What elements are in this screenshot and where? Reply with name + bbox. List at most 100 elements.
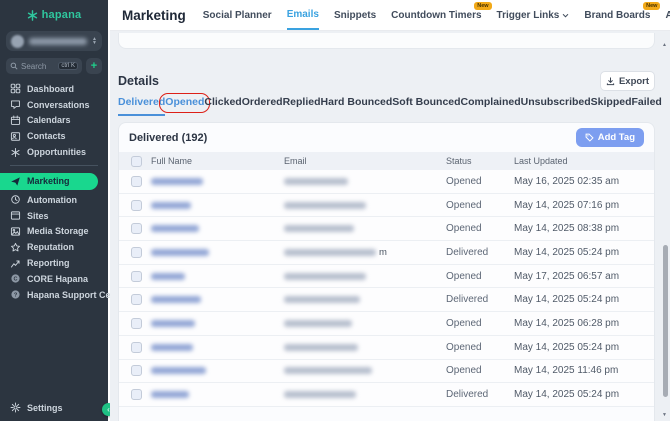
sidebar-item-label: Calendars — [27, 115, 71, 125]
table-row[interactable]: OpenedMay 14, 2025 06:28 pm — [119, 312, 654, 336]
sidebar: hapana ▲▼ Search ctrl K + DashboardConve… — [0, 0, 108, 421]
table-row[interactable]: OpenedMay 16, 2025 02:35 am — [119, 170, 654, 194]
sidebar-bottom: Settings ‹ — [0, 402, 108, 421]
row-checkbox[interactable] — [131, 294, 142, 305]
redacted-full-name — [151, 296, 201, 303]
scrollbar-thumb[interactable] — [663, 245, 668, 397]
details-tab-label: Complained — [461, 96, 521, 108]
sidebar-item-marketing[interactable]: Marketing — [0, 173, 98, 190]
tab-countdown-timers[interactable]: Countdown TimersNew — [391, 0, 481, 30]
sidebar-item-label: Marketing — [27, 176, 70, 186]
tab-social-planner[interactable]: Social Planner — [203, 0, 272, 30]
sidebar-item-opportunities[interactable]: Opportunities — [0, 144, 108, 160]
table-row[interactable]: OpenedMay 14, 2025 11:46 pm — [119, 360, 654, 384]
export-button[interactable]: Export — [600, 71, 655, 91]
redacted-full-name — [151, 344, 193, 351]
last-updated-value: May 14, 2025 05:24 pm — [514, 247, 654, 258]
redacted-full-name — [151, 202, 191, 209]
row-checkbox[interactable] — [131, 223, 142, 234]
status-value: Delivered — [446, 389, 514, 400]
last-updated-value: May 16, 2025 02:35 am — [514, 176, 654, 187]
column-status: Status — [446, 156, 514, 166]
tab-label: Trigger Links — [497, 10, 560, 21]
redacted-email — [284, 178, 348, 185]
search-shortcut-badge: ctrl K — [58, 62, 78, 70]
previous-section-card-bottom — [118, 33, 655, 49]
sidebar-item-contacts[interactable]: Contacts — [0, 128, 108, 144]
row-checkbox[interactable] — [131, 176, 142, 187]
sidebar-item-sites[interactable]: Sites — [0, 208, 108, 224]
sidebar-item-dashboard[interactable]: Dashboard — [0, 81, 108, 97]
table-row[interactable]: DeliveredMay 14, 2025 05:24 pm — [119, 288, 654, 312]
table-row[interactable]: mDeliveredMay 14, 2025 05:24 pm — [119, 241, 654, 265]
redacted-email — [284, 225, 354, 232]
new-badge: New — [643, 2, 660, 10]
row-checkbox[interactable] — [131, 200, 142, 211]
scrollbar-up-arrow[interactable]: ▲ — [662, 42, 667, 48]
last-updated-value: May 17, 2025 06:57 am — [514, 271, 654, 282]
tab-brand-boards[interactable]: Brand BoardsNew — [584, 0, 650, 30]
last-updated-value: May 14, 2025 05:24 pm — [514, 389, 654, 400]
details-tab-skipped[interactable]: Skipped — [591, 96, 632, 116]
table-row[interactable]: DeliveredMay 14, 2025 05:24 pm — [119, 383, 654, 407]
sidebar-item-reputation[interactable]: Reputation — [0, 239, 108, 255]
svg-text:?: ? — [14, 293, 18, 299]
details-tab-ordered[interactable]: Ordered — [242, 96, 283, 116]
details-tab-failed[interactable]: Failed — [632, 96, 662, 116]
sidebar-item-automation[interactable]: Automation — [0, 192, 108, 208]
sidebar-divider — [10, 165, 98, 166]
account-selector[interactable]: ▲▼ — [6, 31, 102, 51]
row-checkbox[interactable] — [131, 247, 142, 258]
details-tab-bar: DeliveredOpenedClickedOrderedRepliedHard… — [118, 96, 612, 116]
sidebar-item-conversations[interactable]: Conversations — [0, 97, 108, 113]
details-tab-replied[interactable]: Replied — [283, 96, 321, 116]
details-tab-label: Soft Bounced — [392, 96, 460, 108]
redacted-full-name — [151, 367, 206, 374]
sidebar-item-support[interactable]: ?Hapana Support Center — [0, 287, 108, 303]
row-checkbox[interactable] — [131, 365, 142, 376]
main-area: Marketing Social PlannerEmailsSnippetsCo… — [110, 0, 670, 421]
search-input[interactable]: Search ctrl K — [6, 58, 82, 74]
details-tab-clicked[interactable]: Clicked — [204, 96, 241, 116]
tab-ad-manager[interactable]: Ad ManagerNew — [665, 0, 670, 30]
add-button[interactable]: + — [86, 58, 102, 74]
details-tab-soft-bounced[interactable]: Soft Bounced — [392, 96, 460, 116]
last-updated-value: May 14, 2025 05:24 pm — [514, 342, 654, 353]
row-checkbox[interactable] — [131, 318, 142, 329]
last-updated-value: May 14, 2025 11:46 pm — [514, 365, 654, 376]
scrollbar-down-arrow[interactable]: ▼ — [662, 412, 667, 418]
table-row[interactable]: OpenedMay 14, 2025 07:16 pm — [119, 194, 654, 218]
table-row[interactable]: OpenedMay 14, 2025 08:38 pm — [119, 217, 654, 241]
chevron-up-down-icon: ▲▼ — [92, 37, 97, 45]
sidebar-item-calendars[interactable]: Calendars — [0, 113, 108, 129]
tab-trigger-links[interactable]: Trigger Links — [497, 0, 570, 30]
row-checkbox[interactable] — [131, 342, 142, 353]
details-tab-hard-bounced[interactable]: Hard Bounced — [321, 96, 393, 116]
select-all-checkbox[interactable] — [131, 156, 142, 167]
row-checkbox[interactable] — [131, 389, 142, 400]
tab-snippets[interactable]: Snippets — [334, 0, 376, 30]
redacted-full-name — [151, 249, 209, 256]
tab-emails[interactable]: Emails — [287, 0, 319, 30]
sidebar-item-settings[interactable]: Settings — [0, 402, 108, 413]
settings-gear-icon — [10, 402, 21, 413]
sidebar-item-core-hapana[interactable]: CCORE Hapana — [0, 271, 108, 287]
calendars-icon — [10, 115, 21, 126]
tab-label: Emails — [287, 9, 319, 20]
sidebar-item-reporting[interactable]: Reporting — [0, 255, 108, 271]
row-checkbox[interactable] — [131, 271, 142, 282]
annotation-ring — [159, 93, 210, 113]
search-placeholder: Search — [21, 62, 55, 71]
details-tab-complained[interactable]: Complained — [461, 96, 521, 116]
status-value: Delivered — [446, 294, 514, 305]
add-tag-button[interactable]: Add Tag — [576, 128, 644, 147]
sidebar-item-label: Conversations — [27, 100, 90, 110]
details-tab-opened[interactable]: Opened — [165, 96, 204, 116]
details-tab-unsubscribed[interactable]: Unsubscribed — [521, 96, 591, 116]
sidebar-item-label: Automation — [27, 195, 77, 205]
app-window: hapana ▲▼ Search ctrl K + DashboardConve… — [0, 0, 670, 421]
table-row[interactable]: OpenedMay 17, 2025 06:57 am — [119, 265, 654, 289]
sidebar-item-media-storage[interactable]: Media Storage — [0, 224, 108, 240]
details-tab-delivered[interactable]: Delivered — [118, 96, 165, 116]
table-row[interactable]: OpenedMay 14, 2025 05:24 pm — [119, 336, 654, 360]
